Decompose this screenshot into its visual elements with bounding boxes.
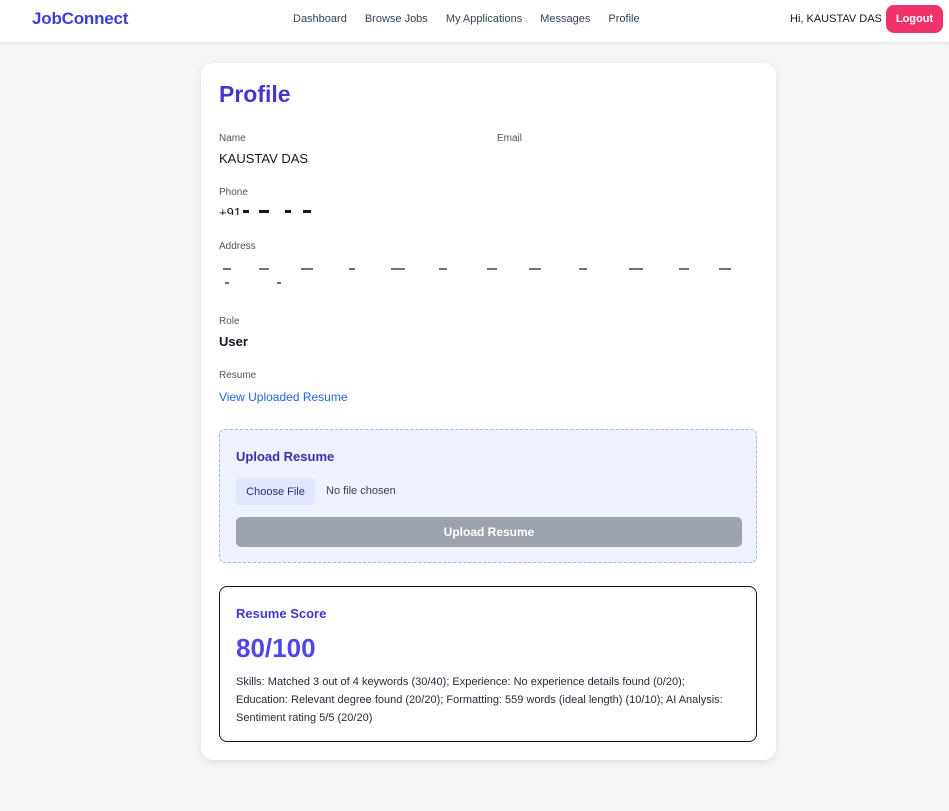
user-greeting: Hi, KAUSTAV DAS (790, 13, 882, 25)
email-value-redacted (497, 151, 672, 155)
view-resume-link[interactable]: View Uploaded Resume (219, 390, 348, 404)
phone-value: +91 (219, 205, 242, 215)
brand-logo[interactable]: JobConnect (32, 9, 128, 29)
role-label: Role (219, 316, 240, 327)
upload-resume-panel: Upload Resume Choose File No file chosen… (219, 429, 757, 563)
nav-link-browse-jobs[interactable]: Browse Jobs (365, 13, 428, 25)
name-label: Name (219, 133, 246, 144)
resume-score-title: Resume Score (236, 606, 327, 621)
resume-label: Resume (219, 370, 257, 381)
resume-score-value: 80/100 (236, 633, 316, 663)
no-file-chosen-text: No file chosen (326, 485, 396, 497)
name-value: KAUSTAV DAS (219, 151, 309, 166)
page-title: Profile (219, 81, 291, 107)
nav-link-my-applications[interactable]: My Applications (446, 13, 522, 25)
email-label: Email (497, 133, 523, 144)
address-label: Address (219, 241, 256, 252)
profile-card: Profile Name KAUSTAV DAS Email Phone +91… (201, 63, 776, 760)
nav-link-messages[interactable]: Messages (540, 13, 590, 25)
nav-link-profile[interactable]: Profile (608, 13, 639, 25)
upload-resume-title: Upload Resume (236, 449, 335, 464)
upload-resume-button[interactable]: Upload Resume (236, 517, 742, 547)
resume-score-panel: Resume Score 80/100 Skills: Matched 3 ou… (219, 586, 757, 742)
nav-link-dashboard[interactable]: Dashboard (293, 13, 347, 25)
role-value: User (219, 334, 248, 349)
main-nav: Dashboard Browse Jobs My Applications Me… (293, 13, 640, 25)
phone-label: Phone (219, 187, 248, 198)
top-navbar: JobConnect Dashboard Browse Jobs My Appl… (0, 0, 949, 43)
address-redacted-fragments (223, 268, 731, 284)
logout-button[interactable]: Logout (886, 5, 943, 33)
choose-file-button[interactable]: Choose File (236, 478, 315, 505)
resume-score-details: Skills: Matched 3 out of 4 keywords (30/… (236, 676, 723, 724)
phone-redacted-fragments (243, 210, 311, 213)
